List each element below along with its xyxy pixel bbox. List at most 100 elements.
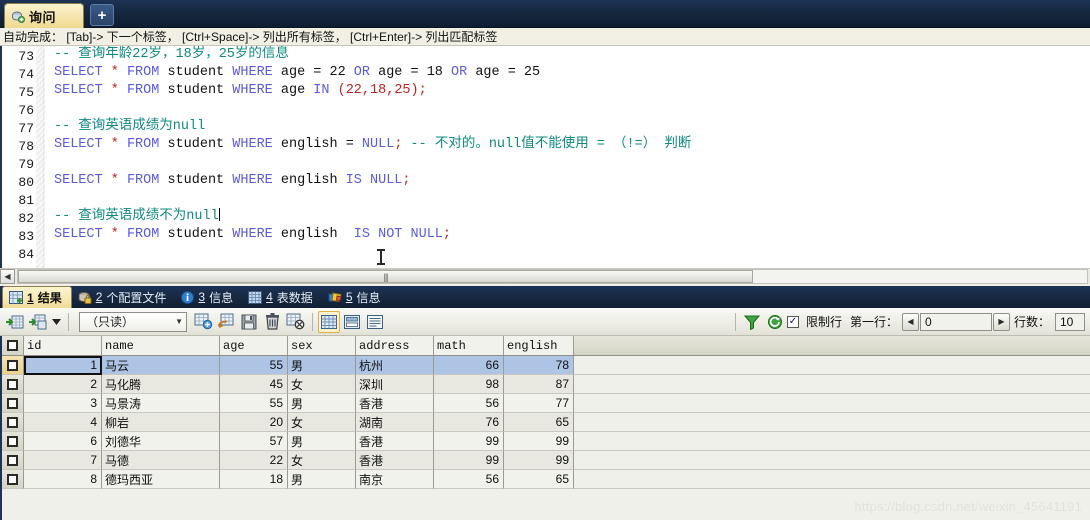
table-cell-id[interactable]: 4 xyxy=(24,413,102,432)
column-header-sex[interactable]: sex xyxy=(288,336,356,356)
table-cell-age[interactable]: 18 xyxy=(220,470,288,489)
code-line[interactable] xyxy=(46,154,1090,172)
table-row[interactable]: 1 马云 55 男杭州 66 78 xyxy=(2,356,1090,375)
scrollbar-thumb[interactable]: ||| xyxy=(18,270,753,283)
form-view-icon[interactable] xyxy=(341,311,363,333)
grid-view-icon[interactable] xyxy=(318,310,340,333)
table-cell-id[interactable]: 7 xyxy=(24,451,102,470)
new-tab-button[interactable]: + xyxy=(90,4,114,26)
code-line[interactable]: SELECT * FROM student WHERE english IS N… xyxy=(46,226,1090,244)
import-wizard-icon[interactable] xyxy=(4,311,26,333)
table-cell-name[interactable]: 马云 xyxy=(102,356,220,375)
table-row[interactable]: 4 柳岩 20 女湖南 76 65 xyxy=(2,413,1090,432)
code-line[interactable]: -- 查询英语成绩为null xyxy=(46,118,1090,136)
table-cell-sex[interactable]: 女 xyxy=(288,413,356,432)
table-cell-address[interactable]: 杭州 xyxy=(356,356,434,375)
row-select-checkbox[interactable] xyxy=(2,451,24,470)
column-header-name[interactable]: name xyxy=(102,336,220,356)
editor-horizontal-scrollbar[interactable]: ◀ ||| xyxy=(0,268,1090,284)
table-cell-address[interactable]: 深圳 xyxy=(356,375,434,394)
sql-editor[interactable]: 73 74 75 76 77 78 79 80 81 82 83 84 -- 查询年龄22岁，18岁，… xyxy=(0,46,1090,268)
table-cell-name[interactable]: 刘德华 xyxy=(102,432,220,451)
table-cell-name[interactable]: 马景涛 xyxy=(102,394,220,413)
row-select-checkbox[interactable] xyxy=(2,356,24,375)
column-header-address[interactable]: address xyxy=(356,336,434,356)
table-cell-id[interactable]: 1 xyxy=(24,356,102,375)
row-select-checkbox[interactable] xyxy=(2,413,24,432)
result-tab-5[interactable]: 5 信息 xyxy=(322,286,390,308)
code-line[interactable] xyxy=(46,100,1090,118)
table-cell-math[interactable]: 56 xyxy=(434,394,504,413)
code-line[interactable]: SELECT * FROM student WHERE age IN (22,1… xyxy=(46,82,1090,100)
table-cell-math[interactable]: 99 xyxy=(434,432,504,451)
code-line[interactable] xyxy=(46,190,1090,208)
row-select-checkbox[interactable] xyxy=(2,470,24,489)
duplicate-record-icon[interactable] xyxy=(215,311,237,333)
scroll-left-button[interactable]: ◀ xyxy=(0,269,15,284)
refresh-icon[interactable] xyxy=(764,311,786,333)
limit-rows-checkbox[interactable]: ✓ xyxy=(786,315,799,328)
table-cell-id[interactable]: 2 xyxy=(24,375,102,394)
export-wizard-icon[interactable] xyxy=(27,311,49,333)
table-cell-address[interactable]: 香港 xyxy=(356,432,434,451)
table-cell-sex[interactable]: 男 xyxy=(288,432,356,451)
row-select-checkbox[interactable] xyxy=(2,375,24,394)
delete-record-icon[interactable] xyxy=(261,311,283,333)
column-header-id[interactable]: id xyxy=(24,336,102,356)
table-cell-sex[interactable]: 男 xyxy=(288,356,356,375)
table-cell-sex[interactable]: 男 xyxy=(288,394,356,413)
code-line[interactable]: SELECT * FROM student WHERE english IS N… xyxy=(46,172,1090,190)
table-cell-sex[interactable]: 女 xyxy=(288,375,356,394)
text-view-icon[interactable] xyxy=(364,311,386,333)
add-record-icon[interactable] xyxy=(192,311,214,333)
table-cell-sex[interactable]: 男 xyxy=(288,470,356,489)
table-cell-sex[interactable]: 女 xyxy=(288,451,356,470)
select-all-rows-checkbox[interactable] xyxy=(2,336,24,356)
table-row[interactable]: 3 马景涛 55 男香港 56 77 xyxy=(2,394,1090,413)
filter-icon[interactable] xyxy=(741,311,763,333)
document-tab-query[interactable]: 询问 xyxy=(4,3,84,28)
table-cell-address[interactable]: 香港 xyxy=(356,451,434,470)
table-row[interactable]: 7 马德 22 女香港 99 99 xyxy=(2,451,1090,470)
scrollbar-track[interactable]: ||| xyxy=(17,269,1088,284)
results-data-grid[interactable]: id name age sex address math english 1 马云 55 男杭州 66… xyxy=(0,336,1090,520)
table-cell-english[interactable]: 87 xyxy=(504,375,574,394)
result-tab-2[interactable]: 2 个配置文件 xyxy=(72,286,176,308)
table-cell-math[interactable]: 56 xyxy=(434,470,504,489)
table-cell-name[interactable]: 马德 xyxy=(102,451,220,470)
column-header-math[interactable]: math xyxy=(434,336,504,356)
table-row[interactable]: 8 德玛西亚 18 男南京 56 65 xyxy=(2,470,1090,489)
table-row[interactable]: 6 刘德华 57 男香港 99 99 xyxy=(2,432,1090,451)
save-record-icon[interactable] xyxy=(238,311,260,333)
table-cell-english[interactable]: 77 xyxy=(504,394,574,413)
result-tab-bar[interactable]: 1 结果 2 个配置文件 3 信息 4 表数据 5 信息 xyxy=(0,286,1090,308)
table-cell-name[interactable]: 德玛西亚 xyxy=(102,470,220,489)
table-cell-age[interactable]: 22 xyxy=(220,451,288,470)
table-cell-age[interactable]: 55 xyxy=(220,356,288,375)
table-cell-address[interactable]: 香港 xyxy=(356,394,434,413)
result-tab-4[interactable]: 4 表数据 xyxy=(242,286,322,308)
table-cell-address[interactable]: 湖南 xyxy=(356,413,434,432)
table-cell-name[interactable]: 马化腾 xyxy=(102,375,220,394)
table-cell-english[interactable]: 78 xyxy=(504,356,574,375)
table-cell-age[interactable]: 57 xyxy=(220,432,288,451)
table-cell-english[interactable]: 99 xyxy=(504,451,574,470)
record-mode-select[interactable]: （只读） ▼ xyxy=(79,311,187,332)
code-line[interactable]: -- 查询英语成绩不为null xyxy=(46,208,1090,226)
table-cell-math[interactable]: 76 xyxy=(434,413,504,432)
column-header-english[interactable]: english xyxy=(504,336,574,356)
first-row-next-button[interactable]: ▶ xyxy=(992,312,1010,331)
table-cell-id[interactable]: 8 xyxy=(24,470,102,489)
table-cell-address[interactable]: 南京 xyxy=(356,470,434,489)
first-row-input[interactable]: 0 xyxy=(919,312,992,331)
table-cell-english[interactable]: 99 xyxy=(504,432,574,451)
column-header-age[interactable]: age xyxy=(220,336,288,356)
row-select-checkbox[interactable] xyxy=(2,394,24,413)
code-line[interactable] xyxy=(46,244,1090,262)
table-cell-math[interactable]: 66 xyxy=(434,356,504,375)
table-cell-id[interactable]: 6 xyxy=(24,432,102,451)
result-tab-3[interactable]: 3 信息 xyxy=(175,286,242,308)
table-cell-age[interactable]: 20 xyxy=(220,413,288,432)
table-row[interactable]: 2 马化腾 45 女深圳 98 87 xyxy=(2,375,1090,394)
table-cell-math[interactable]: 98 xyxy=(434,375,504,394)
